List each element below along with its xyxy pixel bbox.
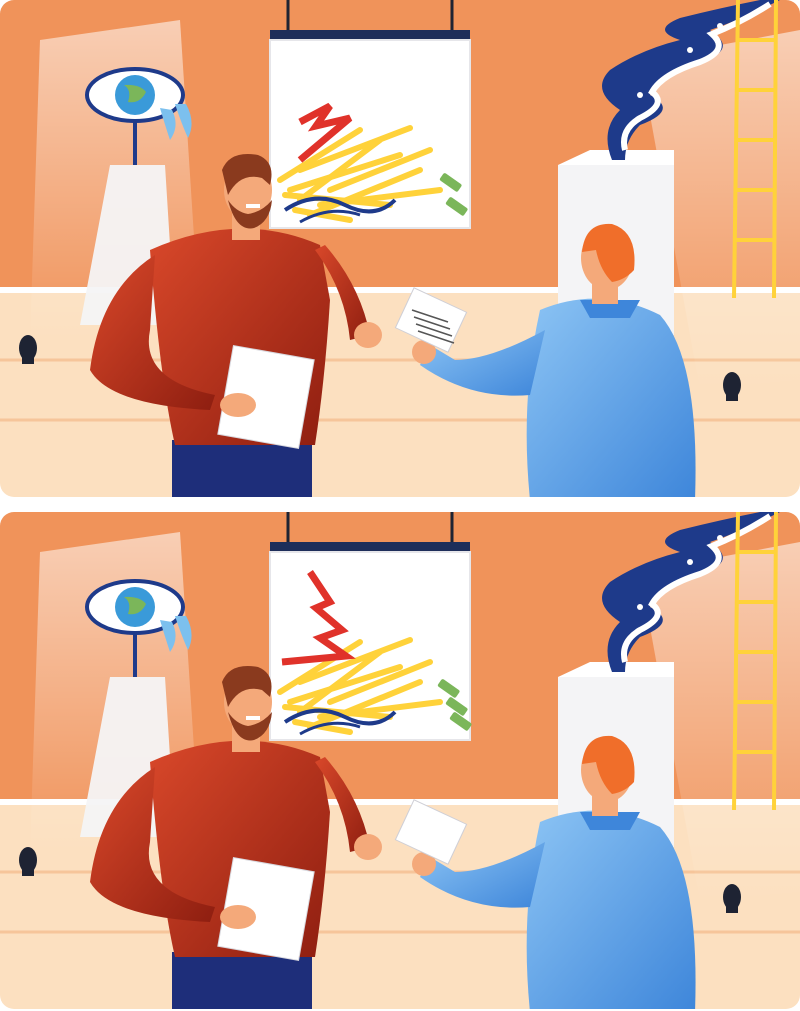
scene-panel-top[interactable] — [0, 0, 800, 497]
painting-rail — [270, 542, 470, 552]
scene — [0, 512, 800, 1009]
scene — [0, 0, 800, 497]
painting-rail — [270, 30, 470, 40]
scene-panel-bottom[interactable] — [0, 512, 800, 1009]
